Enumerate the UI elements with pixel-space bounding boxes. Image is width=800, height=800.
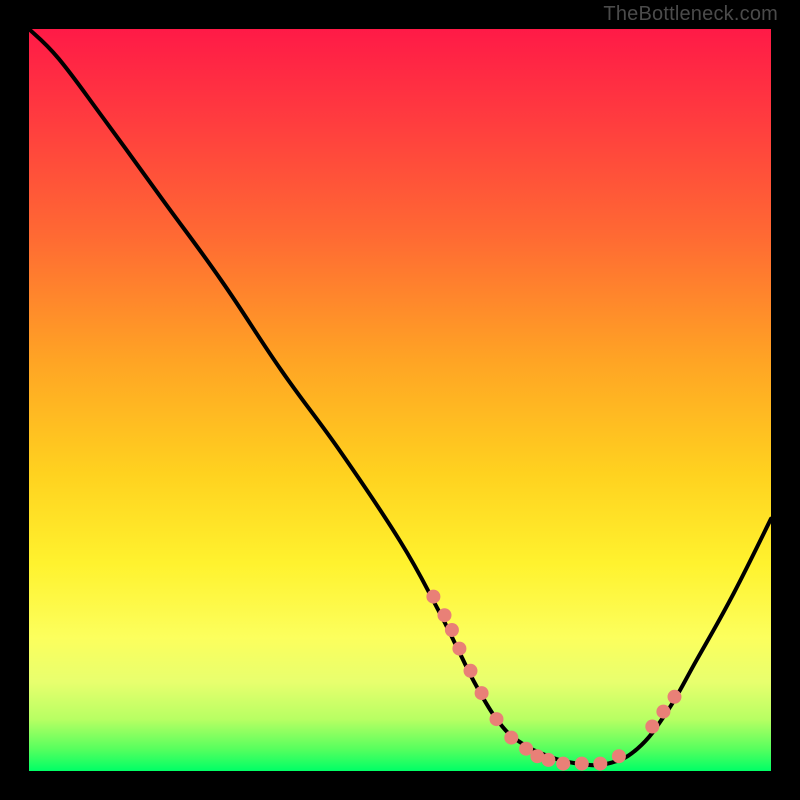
highlight-dot <box>575 757 589 771</box>
chart-frame: TheBottleneck.com <box>0 0 800 800</box>
highlight-dot <box>645 720 659 734</box>
highlight-dot <box>504 731 518 745</box>
highlight-dot <box>656 705 670 719</box>
highlight-dot <box>668 690 682 704</box>
plot-area <box>29 29 771 771</box>
curve-svg <box>29 29 771 771</box>
highlight-dot <box>464 664 478 678</box>
highlight-dot <box>426 590 440 604</box>
highlight-dot <box>452 642 466 656</box>
highlight-dot <box>612 749 626 763</box>
highlight-dot <box>445 623 459 637</box>
bottleneck-curve <box>29 29 771 765</box>
watermark-text: TheBottleneck.com <box>603 3 778 26</box>
highlight-dot <box>490 712 504 726</box>
highlight-dot <box>556 757 570 771</box>
highlight-dot <box>541 753 555 767</box>
highlight-dot <box>475 686 489 700</box>
highlight-dot <box>438 608 452 622</box>
highlight-dot <box>593 757 607 771</box>
